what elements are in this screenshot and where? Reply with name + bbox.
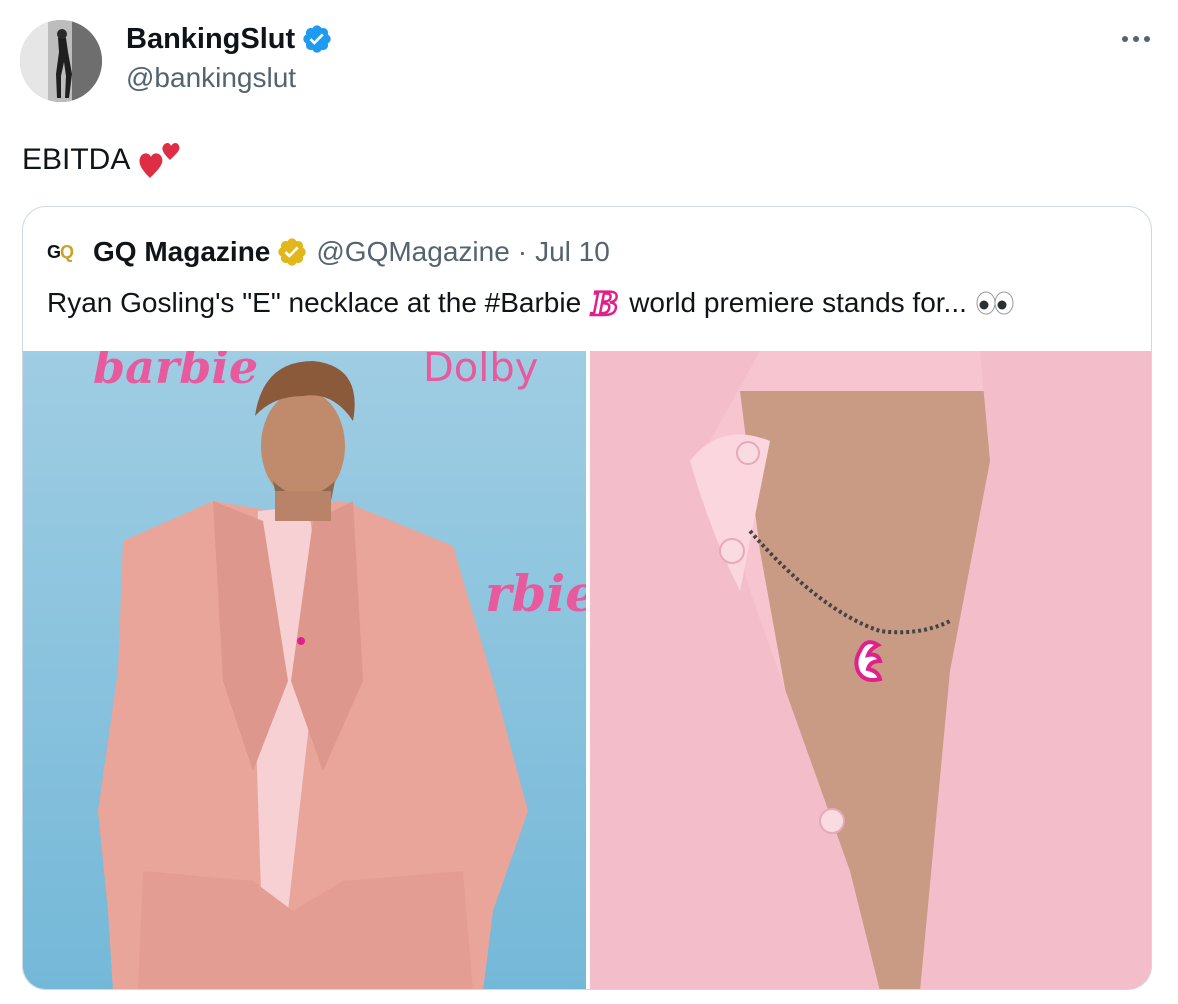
more-options-icon[interactable] xyxy=(1116,24,1156,54)
eyes-icon xyxy=(976,291,1014,315)
barbie-b-icon: B xyxy=(588,285,623,321)
author-display-name[interactable]: BankingSlut xyxy=(126,23,295,56)
media-grid: barbie Dolby rbie xyxy=(23,351,1151,989)
quoted-header: GQ GQ Magazine @GQMagazine · Jul 10 xyxy=(47,235,610,269)
quoted-display-name[interactable]: GQ Magazine xyxy=(93,236,270,268)
quoted-handle[interactable]: @GQMagazine xyxy=(316,236,509,268)
verified-badge-icon xyxy=(303,25,331,53)
author-handle[interactable]: @bankingslut xyxy=(126,62,296,94)
svg-text:rbie: rbie xyxy=(485,564,586,623)
svg-text:Dolby: Dolby xyxy=(423,351,538,391)
quoted-text-before: Ryan Gosling's "E" necklace at the #Barb… xyxy=(47,287,582,318)
two-hearts-icon xyxy=(139,143,180,178)
quoted-text-after: world premiere stands for... xyxy=(629,287,967,318)
gold-verified-badge-icon xyxy=(278,238,307,266)
quoted-text: Ryan Gosling's "E" necklace at the #Barb… xyxy=(47,285,1015,321)
quoted-date[interactable]: Jul 10 xyxy=(535,236,610,268)
svg-text:barbie: barbie xyxy=(93,351,258,394)
avatar[interactable] xyxy=(20,20,102,102)
photo-left[interactable]: barbie Dolby rbie xyxy=(23,351,586,989)
photo-suit-on-blue-backdrop-icon: barbie Dolby rbie xyxy=(23,351,586,989)
author-name-row[interactable]: BankingSlut xyxy=(126,20,333,58)
avatar-image xyxy=(20,20,102,102)
tweet[interactable]: BankingSlut @bankingslut EBITDA GQ GQ Ma… xyxy=(0,0,1178,1004)
photo-right[interactable] xyxy=(590,351,1151,989)
photo-necklace-closeup-icon xyxy=(590,351,1151,989)
gq-logo-icon[interactable]: GQ xyxy=(47,240,87,264)
separator-dot: · xyxy=(517,236,528,267)
svg-text:B: B xyxy=(591,285,619,321)
tweet-text: EBITDA xyxy=(22,140,182,180)
quoted-tweet[interactable]: GQ GQ Magazine @GQMagazine · Jul 10 Ryan… xyxy=(22,206,1152,990)
tweet-text-content: EBITDA xyxy=(22,143,131,176)
